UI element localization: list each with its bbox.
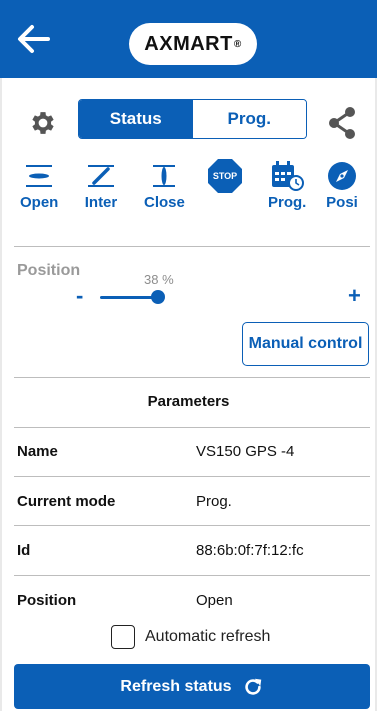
refresh-status-label: Refresh status	[120, 677, 232, 695]
position-slider-thumb[interactable]	[151, 290, 165, 304]
logo-text: AXMART	[144, 32, 233, 55]
manual-control-button[interactable]: Manual control	[242, 322, 369, 366]
position-slider-track[interactable]	[100, 296, 158, 299]
settings-button[interactable]	[28, 108, 58, 138]
position-action[interactable]: Posi	[325, 160, 359, 211]
posi-label: Posi	[326, 194, 358, 211]
share-icon	[329, 107, 355, 139]
divider	[14, 525, 370, 526]
inter-label: Inter	[84, 194, 118, 211]
parameters-title: Parameters	[147, 393, 230, 410]
divider	[14, 377, 370, 378]
divider	[14, 427, 370, 428]
param-mode-value: Prog.	[196, 493, 232, 510]
param-mode-label: Current mode	[17, 493, 116, 510]
position-increase-button[interactable]: +	[348, 283, 361, 309]
refresh-status-button[interactable]: Refresh status	[14, 664, 370, 709]
calendar-clock-icon	[272, 161, 305, 191]
valve-open-icon	[26, 165, 53, 187]
stop-sign-text: STOP	[212, 171, 238, 181]
position-label: Position	[17, 262, 81, 279]
open-label: Open	[20, 194, 59, 211]
refresh-icon	[244, 678, 261, 695]
param-id-value: 88:6b:0f:7f:12:fc	[196, 542, 304, 559]
prog-label: Prog.	[268, 194, 307, 211]
param-position-value: Open	[196, 592, 233, 609]
tab-prog[interactable]: Prog.	[192, 100, 306, 138]
logo-registered-mark: ®	[233, 38, 242, 50]
position-percent: 38 %	[144, 272, 174, 287]
compass-icon	[328, 162, 356, 190]
gear-icon	[32, 112, 54, 134]
param-id-label: Id	[17, 542, 31, 559]
valve-close-icon	[153, 165, 176, 187]
close-action[interactable]: Close	[144, 160, 185, 211]
automatic-refresh-checkbox[interactable]	[111, 625, 135, 649]
close-label: Close	[144, 194, 185, 211]
stop-action[interactable]: STOP	[207, 158, 243, 194]
app-header: AXMART ®	[0, 0, 377, 78]
open-action[interactable]: Open	[20, 160, 58, 211]
position-decrease-button[interactable]: -	[76, 283, 83, 309]
prog-action[interactable]: Prog.	[268, 160, 306, 211]
share-button[interactable]	[326, 106, 358, 140]
divider	[14, 575, 370, 576]
valve-intermediate-icon	[88, 165, 114, 187]
divider	[14, 476, 370, 477]
back-button[interactable]	[16, 24, 52, 54]
param-name-value: VS150 GPS -4	[196, 443, 295, 460]
automatic-refresh-label: Automatic refresh	[145, 628, 271, 645]
divider	[14, 246, 370, 247]
param-name-label: Name	[17, 443, 58, 460]
status-prog-toggle: Status Prog.	[78, 99, 307, 139]
tab-status[interactable]: Status	[79, 100, 193, 138]
param-position-label: Position	[17, 592, 77, 609]
intermediate-action[interactable]: Inter	[84, 160, 118, 211]
arrow-left-icon	[18, 25, 50, 53]
brand-logo: AXMART ®	[129, 23, 257, 65]
